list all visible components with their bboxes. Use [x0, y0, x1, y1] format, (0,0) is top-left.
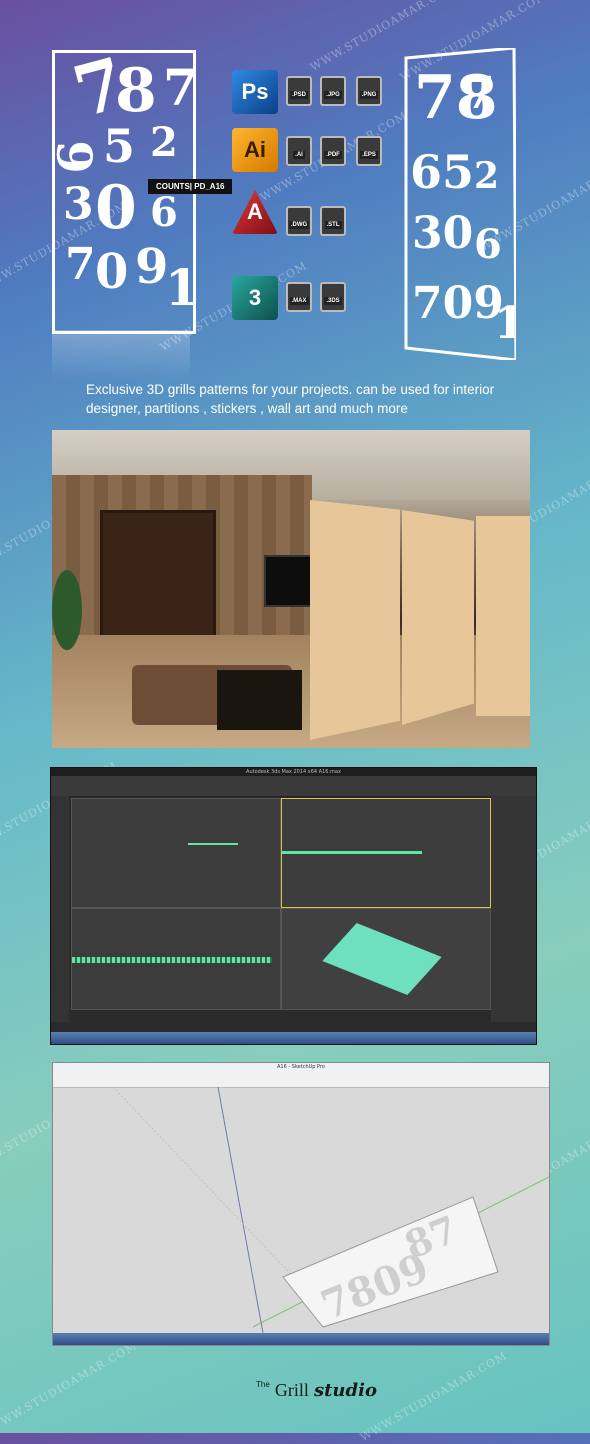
viewport-perspective — [281, 908, 491, 1010]
file-icon: .PNG — [356, 76, 382, 106]
svg-text:709: 709 — [412, 278, 504, 329]
viewport-top — [71, 798, 281, 908]
panel-reflection — [52, 330, 190, 380]
file-icon: .3DS — [320, 282, 346, 312]
sketchup-screenshot: A16 - SketchUp Pro 7809 87 — [52, 1062, 550, 1346]
svg-text:30: 30 — [412, 208, 473, 259]
grill-panel-perspective: 78 7 65 2 30 6 709 1 — [404, 46, 574, 362]
file-icon: .EPS — [356, 136, 382, 166]
illustrator-icon: Ai — [232, 128, 278, 172]
watermark: WWW.STUDIOAMAR.COM — [357, 1349, 510, 1444]
tagline-text: Exclusive 3D grills patterns for your pr… — [86, 382, 495, 416]
svg-text:1: 1 — [494, 298, 516, 349]
taskbar — [53, 1333, 549, 1345]
grill-partition — [310, 500, 400, 740]
photoshop-icon: Ps — [232, 70, 278, 114]
autocad-icon: A — [232, 190, 278, 234]
interior-render-image — [52, 430, 530, 748]
3dsmax-screenshot: Autodesk 3ds Max 2014 x64 A16.max — [50, 767, 537, 1045]
svg-text:6: 6 — [474, 221, 502, 268]
sketchup-canvas: 7809 87 — [112, 1087, 549, 1333]
file-icon: .AI — [286, 136, 312, 166]
svg-text:65: 65 — [410, 145, 474, 199]
product-tag: COUNTS| PD_A16 — [148, 179, 233, 194]
file-icon: .PSD — [286, 76, 312, 106]
grill-partition — [476, 516, 530, 716]
viewport-front — [281, 798, 491, 908]
file-icon: .JPG — [320, 76, 346, 106]
watermark: WWW.STUDIOAMAR.COM — [0, 1339, 140, 1434]
grill-partition — [402, 510, 474, 725]
taskbar — [51, 1032, 536, 1044]
svg-text:7: 7 — [464, 68, 495, 119]
file-icon: .PDF — [320, 136, 346, 166]
window-title: Autodesk 3ds Max 2014 x64 A16.max — [51, 768, 536, 776]
grill-studio-logo: The Grill studio — [256, 1380, 377, 1401]
file-icon: .STL — [320, 206, 346, 236]
viewport-left — [71, 908, 281, 1010]
svg-text:2: 2 — [474, 155, 499, 197]
file-icon: .MAX — [286, 282, 312, 312]
window-title: A16 - SketchUp Pro — [53, 1063, 549, 1071]
3dsmax-icon: 3 — [232, 276, 278, 320]
perspective-panel-graphic: 78 7 65 2 30 6 709 1 — [404, 46, 574, 362]
file-icon: .DWG — [286, 206, 312, 236]
